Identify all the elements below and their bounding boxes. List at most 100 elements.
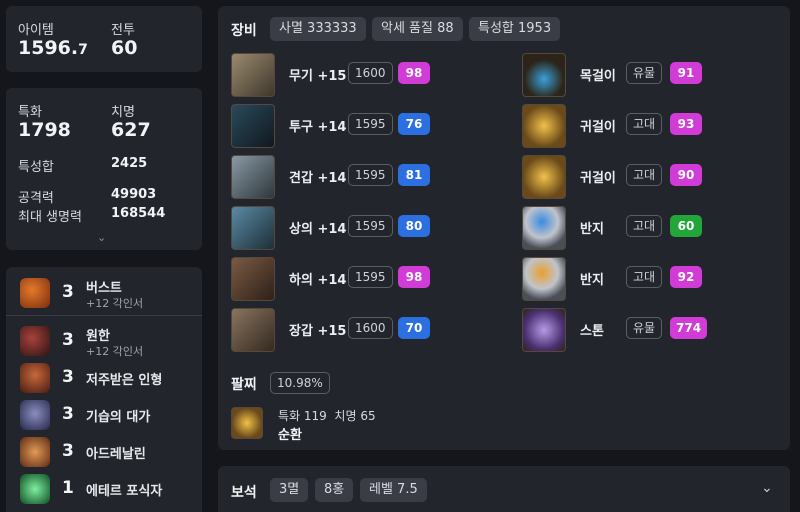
engraving-item[interactable]: 3 저주받은 인형 — [6, 360, 208, 396]
quality-badge: 98 — [398, 62, 430, 84]
engraving-name: 기습의 대가 — [86, 410, 151, 425]
tier-badge: 고대 — [626, 164, 663, 186]
combat-level-label: 전투 — [111, 23, 135, 38]
gem-level-pill: 레벨 7.5 — [360, 478, 427, 502]
engraving-item[interactable]: 3 기습의 대가 — [6, 397, 208, 433]
tier-badge: 고대 — [626, 113, 663, 135]
accessory-earring[interactable]: 귀걸이 고대 93 — [522, 104, 722, 150]
engraving-item[interactable]: 3 원한 +12 각인서 — [6, 323, 208, 359]
accessory-name: 귀걸이 — [580, 171, 616, 186]
engraving-name: 버스트 — [86, 281, 122, 296]
helmet-icon — [231, 104, 275, 148]
accessory-necklace[interactable]: 목걸이 유물 91 — [522, 53, 722, 99]
max-hp-label: 최대 생명력 — [18, 210, 82, 225]
gems-title: 보석 — [231, 485, 257, 501]
quality-badge: 81 — [398, 164, 430, 186]
accessory-ring[interactable]: 반지 고대 92 — [522, 257, 722, 303]
accessory-stone[interactable]: 스톤 유물 774 — [522, 308, 722, 354]
equipment-name: 무기 +15 — [289, 69, 347, 84]
ring-icon — [522, 257, 566, 301]
item-level-badge: 1595 — [348, 113, 393, 135]
earring-icon — [522, 104, 566, 148]
accessory-earring[interactable]: 귀걸이 고대 90 — [522, 155, 722, 201]
engraving-level: 1 — [62, 478, 74, 498]
stone-icon — [522, 308, 566, 352]
combat-level-value: 60 — [111, 37, 138, 59]
equipment-helmet[interactable]: 투구 +14 1595 76 — [231, 104, 461, 150]
total-stat-label: 특성합 — [18, 160, 54, 175]
item-level-label: 아이템 — [18, 23, 54, 38]
gems-panel[interactable]: 보석 3멸 8홍 레벨 7.5 ⌄ — [218, 466, 790, 512]
stats-panel: 특화 1798 치명 627 특성합 2425 공격력 49903 최대 생명력… — [6, 88, 202, 250]
weapon-icon — [231, 53, 275, 97]
accessory-name: 귀걸이 — [580, 120, 616, 135]
engraving-icon — [20, 326, 50, 356]
quality-badge: 70 — [398, 317, 430, 339]
item-level-value: 1596.7 — [18, 37, 88, 59]
necklace-icon — [522, 53, 566, 97]
engraving-name: 저주받은 인형 — [86, 373, 163, 388]
equipment-title: 장비 — [231, 23, 257, 39]
equipment-chest[interactable]: 상의 +14 1595 80 — [231, 206, 461, 252]
bracelet-effect: 순환 — [278, 428, 302, 443]
accessory-ring[interactable]: 반지 고대 60 — [522, 206, 722, 252]
crit-value: 627 — [111, 119, 151, 141]
engraving-level: 3 — [62, 441, 74, 461]
item-level-badge: 1595 — [348, 266, 393, 288]
bracelet-percent: 10.98% — [270, 372, 330, 394]
engraving-level: 3 — [62, 367, 74, 387]
attack-label: 공격력 — [18, 191, 54, 206]
equipment-pants[interactable]: 하의 +14 1595 98 — [231, 257, 461, 303]
chest-icon — [231, 206, 275, 250]
equipment-shoulder[interactable]: 견갑 +14 1595 81 — [231, 155, 461, 201]
gems-chevron-down-icon[interactable]: ⌄ — [761, 480, 773, 496]
quality-badge: 774 — [670, 317, 708, 339]
engraving-name: 에테르 포식자 — [86, 484, 163, 499]
engraving-item[interactable]: 3 버스트 +12 각인서 — [6, 275, 208, 311]
equipment-name: 견갑 +14 — [289, 171, 347, 186]
bracelet-icon[interactable] — [231, 407, 263, 439]
item-level-badge: 1600 — [348, 317, 393, 339]
max-hp-value: 168544 — [111, 206, 166, 221]
engraving-divider — [6, 315, 202, 316]
quality-badge: 92 — [670, 266, 702, 288]
engraving-book: +12 각인서 — [86, 297, 144, 310]
bracelet-stats: 특화 119 치명 65 — [278, 409, 376, 423]
accessory-name: 반지 — [580, 222, 604, 237]
ring-icon — [522, 206, 566, 250]
engraving-item[interactable]: 3 아드레날린 — [6, 434, 208, 470]
engraving-name: 원한 — [86, 329, 110, 344]
quality-badge: 80 — [398, 215, 430, 237]
equipment-weapon[interactable]: 무기 +15 1600 98 — [231, 53, 461, 99]
engraving-level: 3 — [62, 404, 74, 424]
attack-value: 49903 — [111, 187, 157, 202]
total-stat-pill: 특성합 1953 — [469, 17, 561, 41]
total-stat-value: 2425 — [111, 156, 148, 171]
equipment-name: 투구 +14 — [289, 120, 347, 135]
engraving-level: 3 — [62, 282, 74, 302]
engraving-book: +12 각인서 — [86, 345, 144, 358]
gloves-icon — [231, 308, 275, 352]
spec-value: 1798 — [18, 119, 71, 141]
quality-badge: 93 — [670, 113, 702, 135]
engraving-icon — [20, 278, 50, 308]
earring-icon — [522, 155, 566, 199]
crit-label: 치명 — [111, 105, 135, 120]
engraving-level: 3 — [62, 330, 74, 350]
item-level-badge: 1600 — [348, 62, 393, 84]
quality-badge: 91 — [670, 62, 702, 84]
engraving-icon — [20, 474, 50, 504]
spec-label: 특화 — [18, 105, 42, 120]
tier-badge: 고대 — [626, 266, 663, 288]
engraving-name: 아드레날린 — [86, 447, 146, 462]
bracelet-title: 팔찌 — [231, 377, 257, 393]
tier-badge: 유물 — [626, 62, 663, 84]
equipment-name: 하의 +14 — [289, 273, 347, 288]
equipment-gloves[interactable]: 장갑 +15 1600 70 — [231, 308, 461, 354]
engraving-item[interactable]: 1 에테르 포식자 — [6, 471, 208, 507]
quality-badge: 76 — [398, 113, 430, 135]
tier-badge: 고대 — [626, 215, 663, 237]
accessory-quality-pill: 악세 품질 88 — [372, 17, 463, 41]
tier-badge: 유물 — [626, 317, 663, 339]
expand-chevron-icon[interactable]: ⌄ — [97, 231, 106, 244]
